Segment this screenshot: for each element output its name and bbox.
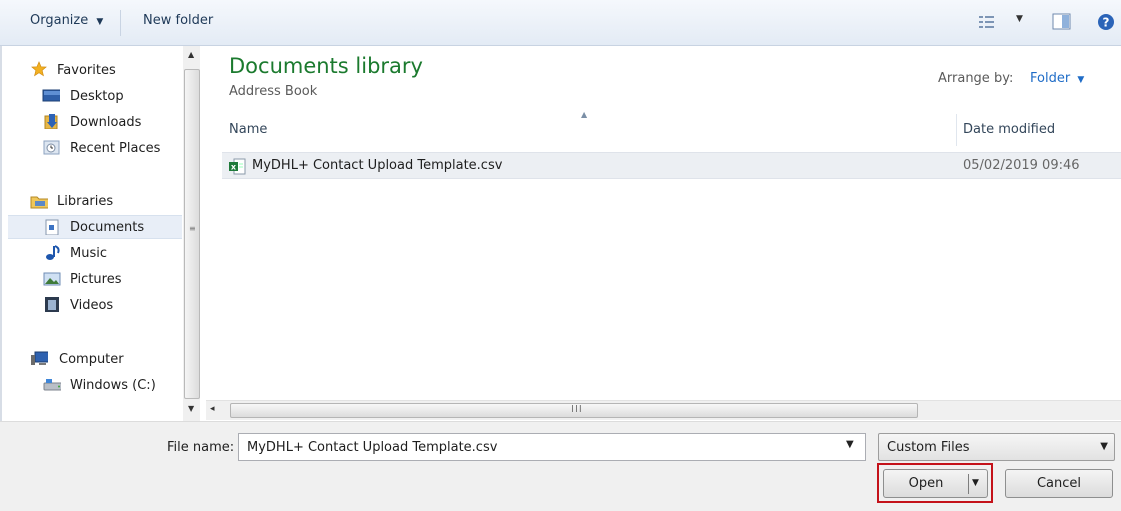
scroll-left-arrow-icon[interactable]: ◂: [210, 404, 215, 414]
nav-item-label: Recent Places: [70, 140, 161, 156]
view-options-icon: [979, 16, 994, 28]
svg-text:x: x: [231, 163, 237, 172]
column-header-name[interactable]: Name: [229, 114, 949, 146]
scroll-grip-icon: III: [571, 404, 583, 415]
file-name-input[interactable]: [238, 433, 866, 461]
nav-item-label: Desktop: [70, 88, 124, 104]
computer-icon: [31, 351, 48, 365]
organize-button[interactable]: Organize ▼: [30, 13, 103, 28]
nav-item-label: Computer: [59, 351, 124, 367]
command-toolbar: Organize ▼ New folder ▼ ?: [0, 0, 1121, 46]
nav-item-desktop[interactable]: Desktop: [8, 84, 182, 108]
file-row[interactable]: x MyDHL+ Contact Upload Template.csv 05/…: [222, 152, 1121, 179]
preview-pane-icon: [1052, 13, 1071, 30]
library-title: Documents library: [229, 54, 423, 78]
new-folder-button[interactable]: New folder: [143, 13, 213, 28]
documents-icon: [45, 219, 59, 235]
nav-item-label: Windows (C:): [70, 377, 156, 393]
file-name: MyDHL+ Contact Upload Template.csv: [252, 158, 503, 173]
videos-icon: [45, 297, 59, 312]
nav-item-label: Downloads: [70, 114, 142, 130]
help-button[interactable]: ?: [1096, 11, 1118, 33]
downloads-icon: [44, 114, 58, 129]
nav-item-computer[interactable]: Computer: [8, 347, 182, 371]
nav-item-videos[interactable]: Videos: [8, 293, 182, 317]
open-button[interactable]: Open ▼: [883, 469, 988, 498]
arrange-by-value: Folder: [1030, 71, 1071, 86]
nav-item-music[interactable]: Music: [8, 241, 182, 265]
library-subtitle: Address Book: [229, 84, 318, 99]
nav-item-recent-places[interactable]: Recent Places: [8, 136, 182, 160]
sort-ascending-icon: ▲: [581, 110, 588, 119]
file-date-modified: 05/02/2019 09:46: [963, 158, 1080, 173]
arrange-by-label: Arrange by:: [938, 71, 1014, 86]
arrange-by-dropdown[interactable]: Folder ▼: [1030, 71, 1084, 86]
file-name-dropdown-icon[interactable]: ▼: [846, 439, 854, 450]
nav-item-label: Music: [70, 245, 107, 261]
chevron-down-icon: ▼: [96, 17, 104, 27]
excel-csv-icon: x: [229, 158, 246, 175]
chevron-down-icon: ▼: [1100, 441, 1108, 452]
star-icon: [31, 61, 47, 77]
nav-item-windows-c[interactable]: Windows (C:): [8, 373, 182, 397]
drive-icon: [43, 379, 61, 391]
change-view-button[interactable]: ▼: [978, 11, 1028, 33]
nav-pane-scrollbar[interactable]: ▲ ≡ ▼: [183, 46, 200, 422]
music-icon: [46, 245, 60, 260]
chevron-down-icon: ▼: [1077, 75, 1085, 85]
recent-places-icon: [43, 140, 60, 155]
desktop-icon: [42, 89, 60, 102]
cancel-button[interactable]: Cancel: [1005, 469, 1113, 498]
pictures-icon: [43, 272, 61, 286]
help-icon: ?: [1098, 14, 1114, 30]
scroll-down-arrow-icon[interactable]: ▼: [188, 404, 194, 413]
chevron-down-icon[interactable]: ▼: [972, 470, 979, 497]
column-header-date-modified[interactable]: Date modified: [963, 114, 1113, 146]
split-divider: [968, 474, 969, 494]
nav-item-libraries[interactable]: Libraries: [8, 189, 182, 213]
nav-item-label: Documents: [70, 219, 145, 235]
column-divider[interactable]: [956, 114, 957, 146]
file-type-select[interactable]: Custom Files ▼: [878, 433, 1115, 461]
nav-item-label: Libraries: [57, 193, 114, 209]
scroll-grip-icon: ≡: [189, 224, 196, 233]
nav-item-label: Pictures: [70, 271, 122, 287]
nav-item-favorites[interactable]: Favorites: [8, 58, 182, 82]
file-list-horizontal-scrollbar[interactable]: ◂ III: [206, 400, 1121, 420]
preview-pane-button[interactable]: [1050, 11, 1074, 33]
open-button-label: Open: [908, 476, 944, 491]
nav-item-label: Favorites: [57, 62, 116, 78]
nav-item-pictures[interactable]: Pictures: [8, 267, 182, 291]
organize-label: Organize: [30, 13, 89, 28]
chevron-down-icon: ▼: [1016, 14, 1023, 24]
scroll-up-arrow-icon[interactable]: ▲: [188, 50, 194, 59]
libraries-icon: [30, 196, 48, 209]
nav-scrollbar-thumb[interactable]: ≡: [184, 69, 200, 399]
horizontal-scrollbar-thumb[interactable]: III: [230, 403, 918, 418]
navigation-pane: Favorites Desktop Downloads Recent Place…: [8, 46, 182, 422]
toolbar-divider: [120, 10, 121, 36]
nav-item-downloads[interactable]: Downloads: [8, 110, 182, 134]
file-name-label: File name:: [167, 440, 235, 455]
nav-item-label: Videos: [70, 297, 114, 313]
nav-item-documents[interactable]: Documents: [8, 215, 182, 239]
svg-text:?: ?: [1103, 16, 1110, 30]
file-type-value: Custom Files: [887, 440, 970, 455]
